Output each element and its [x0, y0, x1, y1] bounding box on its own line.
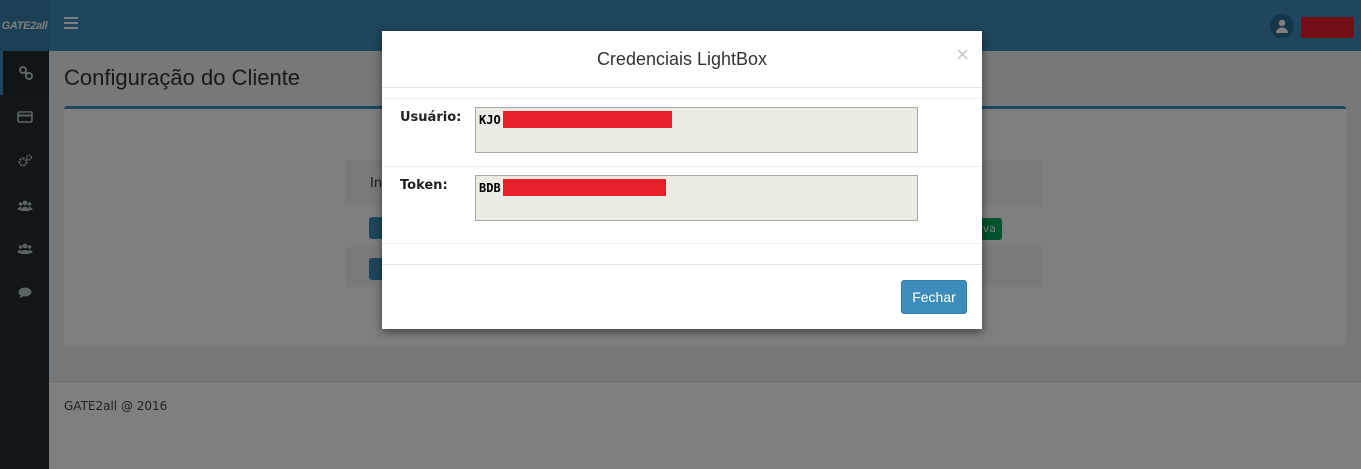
redacted-token-value [503, 179, 666, 196]
token-label: Token: [400, 178, 448, 193]
user-label: Usuário: [400, 110, 462, 125]
close-button[interactable]: Fechar [901, 280, 967, 314]
credential-row-token: Token: BDB [382, 166, 982, 244]
credentials-modal: Credenciais LightBox × Usuário: KJO Toke… [382, 31, 982, 329]
credential-row-user: Usuário: KJO [382, 98, 982, 166]
close-icon[interactable]: × [955, 46, 970, 64]
redacted-user-value [503, 111, 672, 128]
modal-title: Credenciais LightBox [596, 49, 768, 69]
modal-header: Credenciais LightBox × [382, 31, 982, 88]
modal-footer: Fechar [382, 264, 982, 329]
